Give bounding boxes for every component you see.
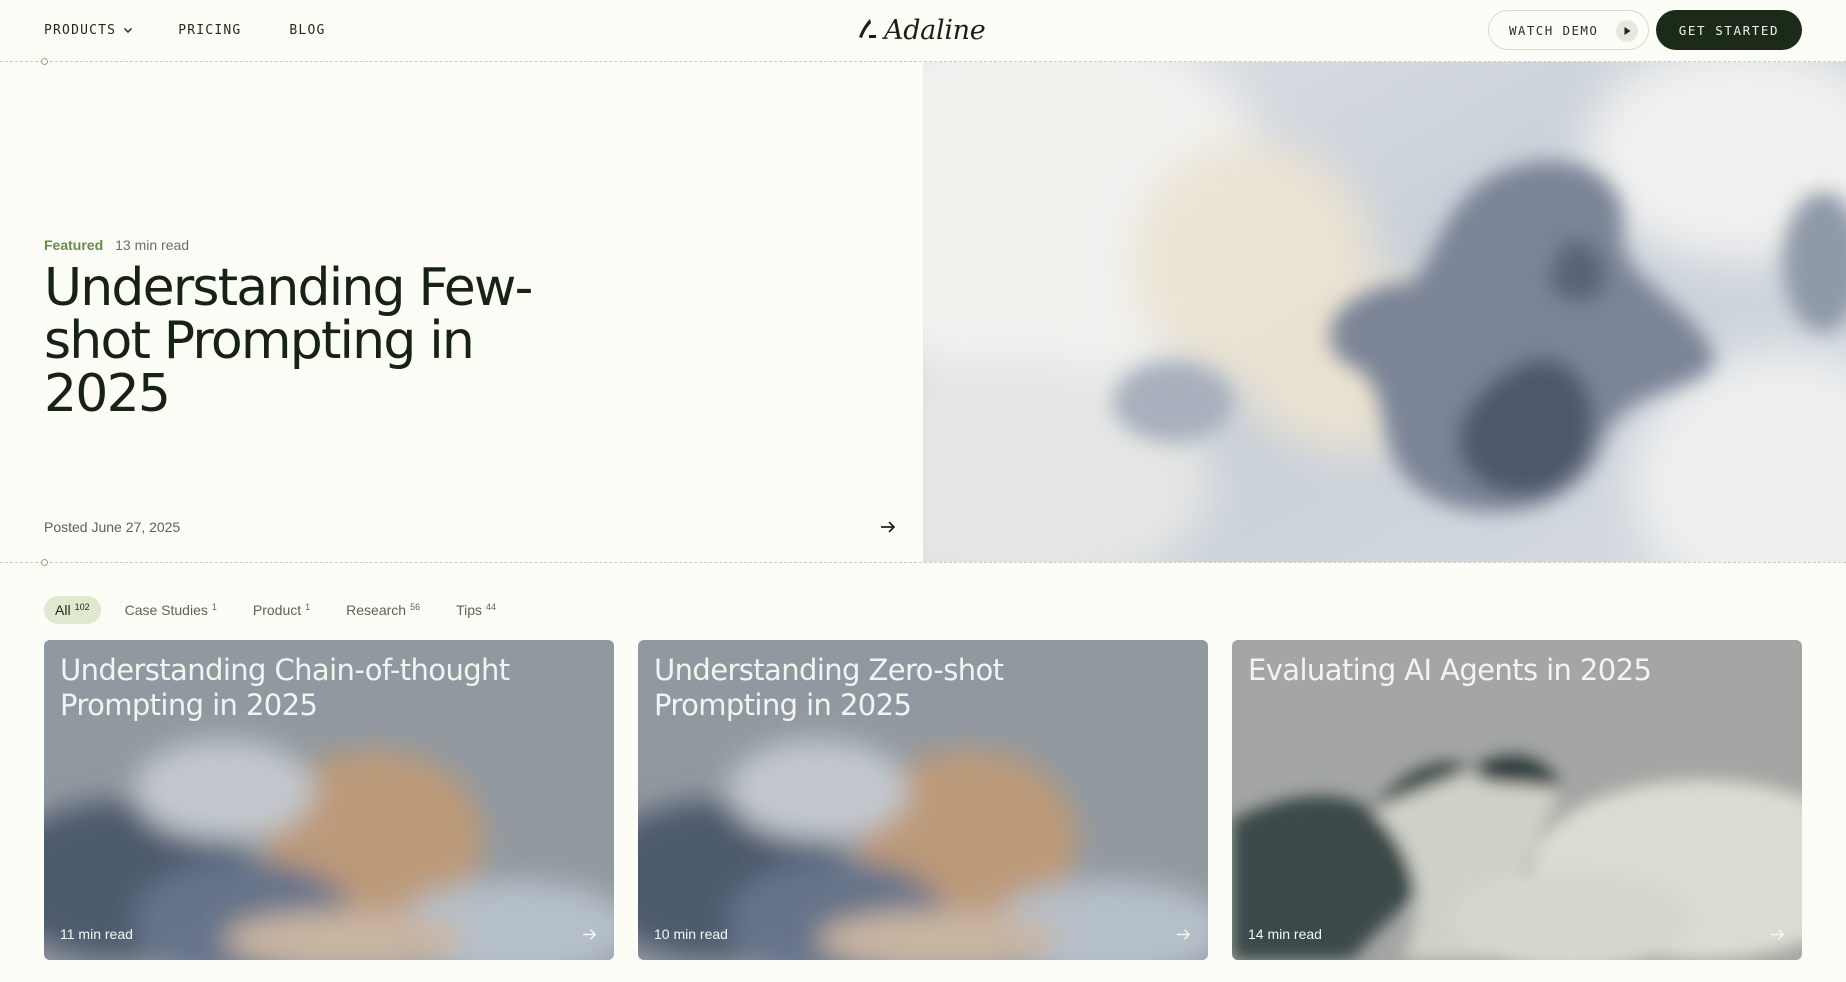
products-menu[interactable]: PRODUCTS bbox=[44, 23, 134, 38]
filter-label: Research bbox=[346, 602, 407, 618]
filter-label: Tips bbox=[456, 602, 483, 618]
adaline-logo-icon bbox=[859, 19, 876, 38]
get-started-button[interactable]: GET STARTED bbox=[1656, 10, 1802, 50]
post-card[interactable]: Understanding Zero-shot Prompting in 202… bbox=[638, 640, 1208, 960]
featured-image[interactable] bbox=[923, 62, 1846, 562]
arrow-right-icon bbox=[1176, 929, 1191, 940]
featured-title[interactable]: Understanding Few-shot Prompting in 2025 bbox=[44, 262, 604, 421]
card-title: Evaluating AI Agents in 2025 bbox=[1248, 653, 1652, 687]
filter-count: 1 bbox=[211, 602, 217, 612]
corner-dot bbox=[41, 58, 48, 65]
card-read-time: 10 min read bbox=[654, 926, 728, 942]
filter-count: 56 bbox=[410, 602, 421, 612]
filter-label: Product bbox=[252, 602, 302, 618]
filter-count: 102 bbox=[74, 602, 90, 612]
arrow-right-icon[interactable] bbox=[879, 518, 897, 536]
filter-product[interactable]: Product 1 bbox=[253, 602, 310, 618]
nav-links: PRODUCTS PRICING BLOG bbox=[44, 0, 326, 60]
post-card[interactable]: Understanding Chain-of-thought Prompting… bbox=[44, 640, 614, 960]
products-label: PRODUCTS bbox=[44, 22, 117, 38]
category-filters: All 102 Case Studies 1 Product 1 Research 56… bbox=[44, 596, 532, 624]
filter-all[interactable]: All 102 bbox=[44, 596, 101, 624]
card-title: Understanding Zero-shot Prompting in 202… bbox=[654, 653, 1004, 722]
filter-tips[interactable]: Tips 44 bbox=[456, 602, 496, 618]
card-image bbox=[1232, 640, 1802, 960]
filter-count: 1 bbox=[305, 602, 311, 612]
watch-demo-button[interactable]: WATCH DEMO bbox=[1488, 10, 1649, 50]
clouds-illustration bbox=[923, 62, 1846, 562]
filter-count: 44 bbox=[486, 602, 497, 612]
logo[interactable]: Adaline bbox=[856, 14, 986, 46]
card-read-time: 14 min read bbox=[1248, 926, 1322, 942]
logo-text: Adaline bbox=[884, 14, 986, 46]
play-icon bbox=[1616, 20, 1638, 42]
post-card[interactable]: Evaluating AI Agents in 2025 14 min read bbox=[1232, 640, 1802, 960]
top-navigation: PRODUCTS PRICING BLOG Adaline WATCH DEMO… bbox=[0, 0, 1846, 62]
blog-link[interactable]: BLOG bbox=[289, 23, 325, 38]
featured-meta: Featured 13 min read bbox=[44, 237, 189, 253]
featured-read-time: 13 min read bbox=[115, 237, 190, 253]
chevron-down-icon bbox=[124, 27, 133, 34]
featured-tag: Featured bbox=[44, 237, 104, 253]
filter-research[interactable]: Research 56 bbox=[346, 602, 420, 618]
card-read-time: 11 min read bbox=[60, 926, 133, 942]
filter-label: Case Studies bbox=[124, 602, 208, 618]
filter-case-studies[interactable]: Case Studies 1 bbox=[125, 602, 217, 618]
pricing-link[interactable]: PRICING bbox=[178, 23, 241, 38]
arrow-right-icon bbox=[1770, 929, 1785, 940]
posted-date: Posted June 27, 2025 bbox=[44, 519, 181, 535]
arrow-right-icon bbox=[582, 929, 597, 940]
card-title: Understanding Chain-of-thought Prompting… bbox=[60, 653, 510, 722]
watch-demo-label: WATCH DEMO bbox=[1509, 22, 1599, 38]
section-divider bbox=[0, 562, 1846, 563]
filter-label: All bbox=[55, 602, 71, 618]
corner-dot bbox=[41, 559, 48, 566]
